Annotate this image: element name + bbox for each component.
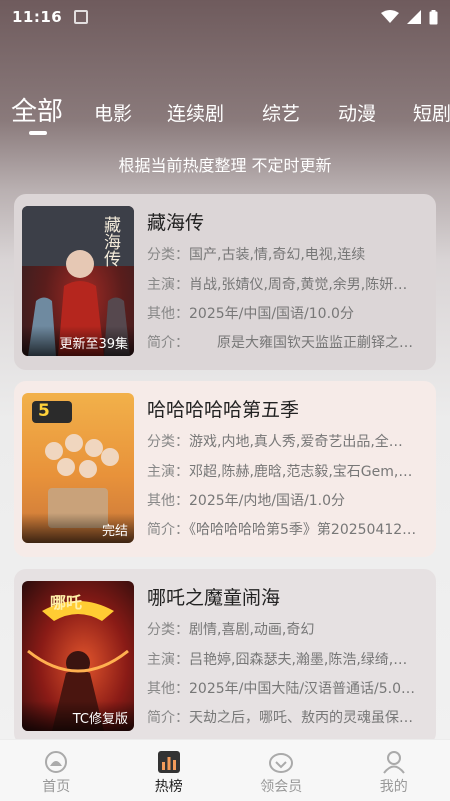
show-title[interactable]: 藏海传: [147, 208, 204, 235]
show-card[interactable]: 藏海传 更新至39集 藏海传 分类：国产,古装,情,奇幻,电视,连续 主演：肖战…: [14, 194, 436, 370]
intro-label: 简介：: [147, 335, 189, 351]
poster-image[interactable]: 5 完结: [22, 393, 134, 543]
cast-row: 主演：吕艳婷,囧森瑟夫,瀚墨,陈浩,绿绮,…: [147, 649, 427, 669]
show-card[interactable]: 哪吒 TC修复版 哪吒之魔童闹海 分类：剧情,喜剧,动画,奇幻 主演：吕艳婷,囧…: [14, 569, 436, 745]
nav-profile-label: 我的: [379, 779, 408, 795]
notification-icon: [74, 10, 89, 24]
nav-profile[interactable]: 我的: [338, 740, 450, 801]
vip-icon: [269, 753, 294, 773]
tab-all[interactable]: 全部: [11, 92, 63, 128]
other-value: 2025年/内地/国语/1.0分: [189, 493, 346, 509]
bottom-nav: 首页 热榜 领会员 我的: [0, 739, 450, 801]
nav-vip[interactable]: 领会员: [225, 740, 338, 801]
show-card[interactable]: 5 完结 哈哈哈哈哈第五季 分类：游戏,内地,真人秀,爱奇艺出品,全… 主演：邓…: [14, 381, 436, 557]
other-value: 2025年/中国大陆/汉语普通话/5.0…: [189, 681, 416, 697]
tab-anime[interactable]: 动漫: [338, 99, 376, 126]
nav-vip-label: 领会员: [260, 779, 303, 795]
wifi-icon: [381, 10, 399, 23]
nav-home-label: 首页: [42, 779, 71, 795]
category-tabs: 全部 电影 连续剧 综艺 动漫 短剧: [0, 92, 450, 134]
category-value: 国产,古装,情,奇幻,电视,连续: [189, 247, 366, 263]
intro-row: 简介：天劫之后，哪吒、敖丙的灵魂虽保…: [147, 707, 427, 727]
intro-value: 天劫之后，哪吒、敖丙的灵魂虽保…: [189, 710, 413, 726]
other-value: 2025年/中国/国语/10.0分: [189, 306, 354, 322]
tab-indicator: [29, 131, 47, 135]
status-icons: [381, 9, 438, 25]
profile-icon: [382, 751, 405, 774]
category-row: 分类：剧情,喜剧,动画,奇幻: [147, 619, 427, 639]
poster-logo-text: 5: [38, 401, 50, 421]
category-value: 游戏,内地,真人秀,爱奇艺出品,全…: [189, 434, 403, 450]
other-row: 其他：2025年/中国/国语/10.0分: [147, 303, 427, 323]
tab-movie[interactable]: 电影: [94, 99, 132, 126]
show-title[interactable]: 哪吒之魔童闹海: [147, 583, 280, 610]
category-row: 分类：国产,古装,情,奇幻,电视,连续: [147, 244, 427, 264]
tab-series[interactable]: 连续剧: [167, 99, 224, 126]
chart-icon: [157, 751, 180, 773]
intro-value: 《哈哈哈哈哈第5季》第20250412…: [189, 522, 417, 538]
tab-variety[interactable]: 综艺: [262, 99, 300, 126]
version-badge: TC修复版: [22, 701, 134, 731]
home-icon: [45, 751, 68, 773]
status-badge: 完结: [22, 513, 134, 543]
poster-image[interactable]: 哪吒 TC修复版: [22, 581, 134, 731]
intro-row: 简介： 原是大雍国钦天监监正蒯铎之…: [147, 332, 427, 352]
cast-label: 主演：: [147, 277, 189, 293]
status-bar: 11:16: [0, 0, 450, 34]
poster-title-text: 哪吒: [50, 593, 83, 612]
poster-title-text: 藏海传: [100, 216, 120, 267]
category-label: 分类：: [147, 247, 189, 263]
nav-home[interactable]: 首页: [0, 740, 113, 801]
battery-icon: [429, 9, 438, 24]
other-label: 其他：: [147, 681, 189, 697]
other-row: 其他：2025年/内地/国语/1.0分: [147, 490, 427, 510]
cast-value: 吕艳婷,囧森瑟夫,瀚墨,陈浩,绿绮,…: [189, 652, 408, 668]
episode-badge: 更新至39集: [22, 326, 134, 356]
nav-hot-list-label: 热榜: [154, 779, 183, 795]
category-label: 分类：: [147, 434, 189, 450]
poster-image[interactable]: 藏海传 更新至39集: [22, 206, 134, 356]
other-label: 其他：: [147, 493, 189, 509]
status-time: 11:16: [12, 8, 63, 26]
cast-row: 主演：肖战,张婧仪,周奇,黄觉,余男,陈妍…: [147, 274, 427, 294]
cast-label: 主演：: [147, 464, 189, 480]
intro-label: 简介：: [147, 522, 189, 538]
show-title[interactable]: 哈哈哈哈哈第五季: [147, 395, 299, 422]
category-row: 分类：游戏,内地,真人秀,爱奇艺出品,全…: [147, 431, 427, 451]
cast-label: 主演：: [147, 652, 189, 668]
tab-short-drama[interactable]: 短剧: [413, 99, 450, 126]
ranking-subtitle: 根据当前热度整理 不定时更新: [118, 156, 332, 175]
intro-row: 简介：《哈哈哈哈哈第5季》第20250412…: [147, 519, 427, 539]
other-row: 其他：2025年/中国大陆/汉语普通话/5.0…: [147, 678, 427, 698]
category-value: 剧情,喜剧,动画,奇幻: [189, 622, 315, 638]
cast-row: 主演：邓超,陈赫,鹿晗,范志毅,宝石Gem,…: [147, 461, 427, 481]
intro-value: 原是大雍国钦天监监正蒯铎之…: [217, 335, 413, 351]
other-label: 其他：: [147, 306, 189, 322]
cast-value: 肖战,张婧仪,周奇,黄觉,余男,陈妍…: [189, 277, 408, 293]
nav-hot-list[interactable]: 热榜: [113, 740, 226, 801]
category-label: 分类：: [147, 622, 189, 638]
cast-value: 邓超,陈赫,鹿晗,范志毅,宝石Gem,…: [189, 464, 413, 480]
intro-label: 简介：: [147, 710, 189, 726]
signal-icon: [407, 10, 421, 24]
